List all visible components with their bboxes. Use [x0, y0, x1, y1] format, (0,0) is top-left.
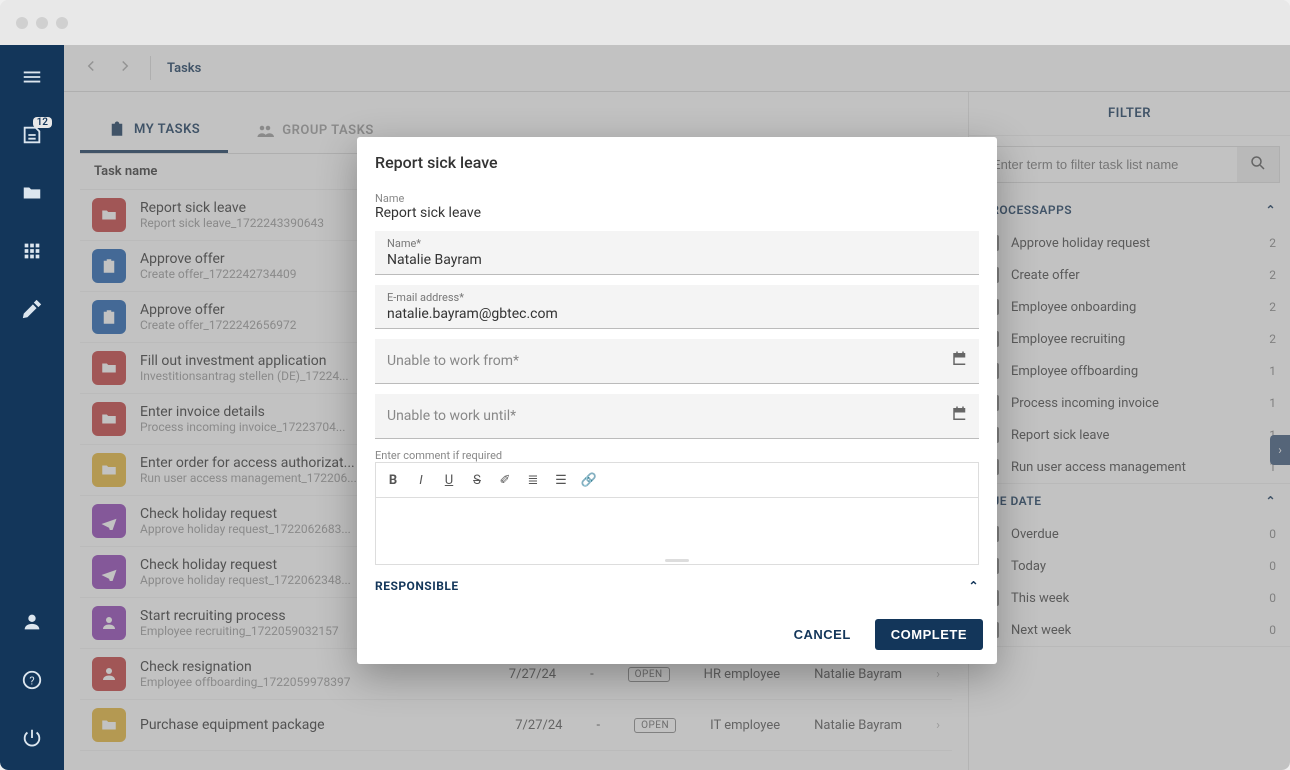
browser-chrome-bar [0, 0, 1290, 45]
window-max-dot[interactable] [56, 17, 68, 29]
readonly-name-value: Report sick leave [375, 205, 979, 221]
calendar-icon[interactable] [951, 405, 969, 427]
rte-toolbar: B I U S ✐ ≣ ☰ 🔗 [375, 462, 979, 497]
window-min-dot[interactable] [36, 17, 48, 29]
power-nav[interactable] [12, 718, 52, 758]
comment-textarea[interactable] [375, 497, 979, 565]
until-date-field[interactable]: Unable to work until* [375, 394, 979, 439]
account-nav[interactable] [12, 602, 52, 642]
complete-button[interactable]: COMPLETE [875, 619, 983, 650]
email-field[interactable]: E-mail address* natalie.bayram@gbtec.com [375, 285, 979, 329]
cancel-button[interactable]: CANCEL [782, 619, 863, 650]
window-close-dot[interactable] [16, 17, 28, 29]
folder-nav[interactable] [12, 173, 52, 213]
help-nav[interactable]: ? [12, 660, 52, 700]
clear-format-button[interactable]: ✐ [492, 467, 518, 493]
apps-nav[interactable] [12, 231, 52, 271]
calendar-icon[interactable] [951, 350, 969, 372]
number-list-button[interactable]: ☰ [548, 467, 574, 493]
tasks-nav[interactable]: 12 [12, 115, 52, 155]
chevron-up-icon: ⌃ [968, 579, 979, 593]
tasks-badge: 12 [33, 117, 52, 128]
bold-button[interactable]: B [380, 467, 406, 493]
bullet-list-button[interactable]: ≣ [520, 467, 546, 493]
modal-title: Report sick leave [357, 137, 997, 180]
modal-overlay[interactable]: Report sick leave Name Report sick leave… [64, 45, 1290, 770]
underline-button[interactable]: U [436, 467, 462, 493]
menu-button[interactable] [12, 57, 52, 97]
from-date-field[interactable]: Unable to work from* [375, 339, 979, 384]
comment-label: Enter comment if required [375, 449, 979, 462]
resize-grip-icon[interactable] [665, 559, 689, 562]
responsible-section-toggle[interactable]: RESPONSIBLE ⌃ [375, 565, 979, 597]
link-button[interactable]: 🔗 [576, 467, 602, 493]
svg-text:?: ? [29, 675, 34, 688]
italic-button[interactable]: I [408, 467, 434, 493]
app-sidebar: 12 ? [0, 45, 64, 770]
modal-report-sick-leave: Report sick leave Name Report sick leave… [357, 137, 997, 664]
strike-button[interactable]: S [464, 467, 490, 493]
settings-nav[interactable] [12, 289, 52, 329]
name-field[interactable]: Name* Natalie Bayram [375, 231, 979, 275]
readonly-name-label: Name [375, 192, 979, 205]
